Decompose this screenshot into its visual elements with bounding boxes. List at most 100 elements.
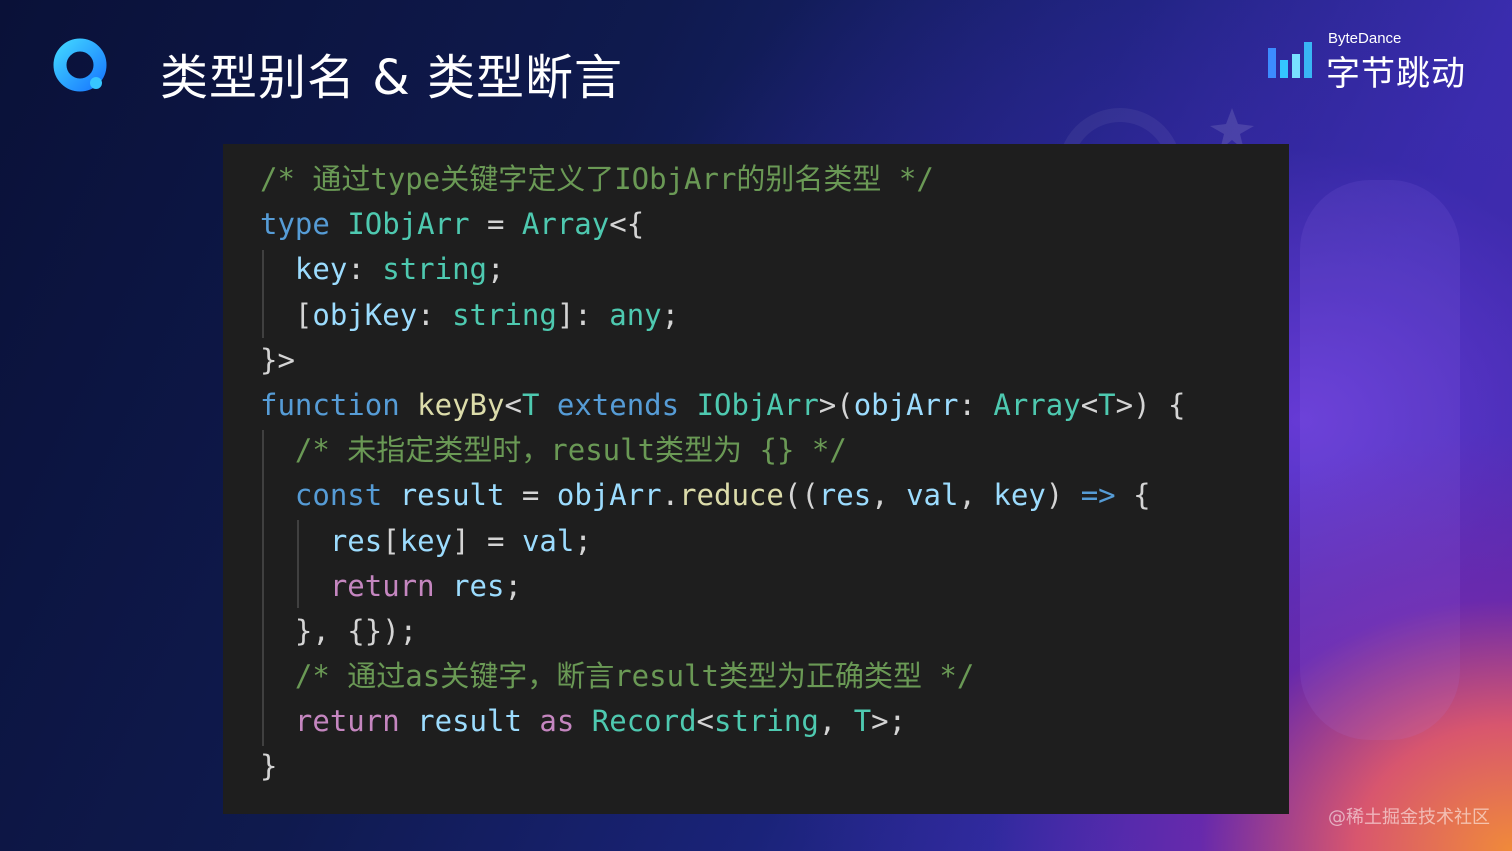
code-token: IObjArr (696, 387, 819, 422)
code-line: key: string; (260, 247, 1185, 292)
code-token: objKey (312, 297, 418, 332)
code-token: : (958, 387, 994, 422)
code-token: = (469, 207, 522, 242)
code-token: T (853, 704, 872, 739)
code-token: . (661, 478, 680, 513)
code-token: }> (260, 342, 295, 377)
code-token: objArr (556, 478, 662, 513)
code-token: => (1080, 478, 1116, 513)
code-token: /* 通过as关键字，断言result类型为正确类型 */ (294, 659, 975, 694)
code-line: const result = objArr.reduce((res, val, … (260, 473, 1185, 518)
code-token: function (260, 387, 400, 422)
code-token: < (696, 704, 715, 739)
code-line: function keyBy<T extends IObjArr>(objArr… (260, 383, 1185, 428)
code-token: >; (871, 704, 907, 739)
code-token: any (609, 297, 662, 332)
code-token: key (294, 252, 348, 287)
code-token: keyBy (417, 387, 505, 422)
code-token: T (1098, 387, 1116, 422)
code-token: ; (504, 568, 522, 603)
code-token: result (399, 478, 505, 513)
code-token: T (521, 387, 540, 422)
code-token: >) { (1115, 387, 1186, 422)
code-token: reduce (679, 478, 784, 513)
code-token: = (504, 478, 557, 513)
code-token: <{ (609, 207, 645, 242)
brand-name-en: ByteDance (1328, 30, 1402, 47)
code-token: result (417, 704, 522, 739)
brand-name-cn: 字节跳动 (1326, 54, 1466, 94)
code-token: res (818, 478, 872, 513)
code-token: type (260, 207, 330, 242)
code-token: } (260, 749, 278, 784)
code-token: ; (574, 523, 592, 558)
code-token: Array (993, 387, 1081, 422)
code-token: , (818, 704, 854, 739)
code-token: { (1115, 478, 1151, 513)
code-token: [ (382, 523, 400, 558)
code-line: /* 通过type关键字定义了IObjArr的别名类型 */ (260, 157, 1185, 202)
code-line: type IObjArr = Array<{ (260, 202, 1185, 247)
code-token: Array (521, 207, 610, 242)
code-token: (( (783, 478, 819, 513)
code-token: : (347, 252, 383, 287)
code-token: < (504, 387, 522, 422)
code-line: }, {}); (260, 609, 1185, 654)
code-token: /* 通过type关键字定义了IObjArr的别名类型 */ (260, 162, 934, 196)
code-token: return (329, 568, 435, 603)
code-line: res[key] = val; (260, 519, 1185, 564)
code-block: /* 通过type关键字定义了IObjArr的别名类型 */ type IObjA… (260, 157, 1185, 790)
slide-title: 类型别名 & 类型断言 (160, 50, 623, 106)
code-token: ] = (452, 523, 522, 558)
code-token: ]: (556, 297, 610, 332)
code-token: string (452, 297, 557, 332)
code-token: objArr (853, 387, 959, 422)
code-token: key (993, 478, 1046, 513)
code-token: string (382, 252, 487, 287)
code-token: val (521, 523, 575, 558)
code-token: IObjArr (347, 207, 470, 242)
code-token: < (1080, 387, 1099, 422)
code-line: /* 通过as关键字，断言result类型为正确类型 */ (260, 654, 1185, 699)
code-token: key (399, 523, 453, 558)
code-line: return res; (260, 564, 1185, 609)
code-token: ; (487, 252, 505, 287)
q-ring-logo-icon (53, 38, 107, 92)
code-token: >( (818, 387, 854, 422)
code-token: }, {}); (260, 613, 418, 648)
code-token: res (452, 568, 505, 603)
bytedance-bars-icon (1268, 42, 1312, 78)
code-token: ; (661, 297, 680, 332)
code-token: ) (1045, 478, 1081, 513)
code-token: as (539, 704, 575, 739)
code-token: , (871, 478, 907, 513)
code-token: return (294, 704, 400, 739)
code-line: [objKey: string]: any; (260, 293, 1185, 338)
code-line: return result as Record<string, T>; (260, 699, 1185, 744)
code-token: : (417, 297, 453, 332)
code-token: const (294, 478, 383, 513)
code-token: , (958, 478, 994, 513)
code-line: } (260, 744, 1185, 789)
code-token: res (329, 523, 383, 558)
bytedance-brand: ByteDance 字节跳动 (1266, 30, 1476, 94)
code-token: [ (260, 297, 313, 332)
watermark: @稀土掘金技术社区 (1328, 807, 1490, 828)
code-token: extends (556, 387, 680, 422)
code-token: Record (591, 704, 697, 739)
